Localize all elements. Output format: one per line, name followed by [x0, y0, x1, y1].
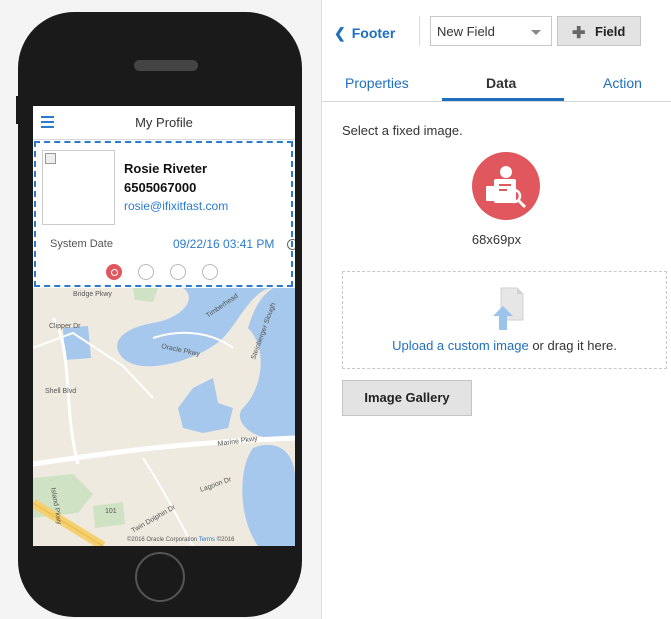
panel-tabs: Properties Data Action [322, 66, 671, 102]
footer-dot[interactable] [202, 264, 218, 280]
system-date-label: System Date [50, 238, 113, 250]
map-graphic: TimberheadOracle Pkwy Steinberger SloughC… [33, 288, 295, 546]
selected-image-preview[interactable] [472, 152, 540, 220]
plus-icon: ✚ [572, 25, 586, 42]
upload-custom-image-link[interactable]: Upload a custom image [392, 338, 529, 353]
select-image-instruction: Select a fixed image. [342, 123, 463, 138]
design-canvas: My Profile Rosie Riveter 6505067000 rosi… [0, 0, 322, 619]
image-size-label: 68x69px [471, 232, 522, 247]
phone-home-button [135, 552, 185, 602]
map-copyright-suffix: ©2016 [216, 537, 235, 543]
map-terms-link[interactable]: Terms [199, 537, 215, 543]
upload-suffix: or drag it here. [528, 338, 617, 353]
caret-down-icon [531, 30, 541, 35]
add-field-label: Field [595, 24, 626, 39]
map-street-label: Lagoon Dr [199, 476, 233, 494]
footer-dot[interactable] [170, 264, 186, 280]
map-copyright: ©2016 Oracle Corporation [127, 537, 198, 543]
phone-speaker [134, 60, 198, 71]
phone-side-button [16, 96, 20, 124]
profile-card[interactable]: Rosie Riveter 6505067000 rosie@ifixitfas… [34, 141, 295, 287]
map-street-label: Shell Blvd [45, 388, 76, 395]
field-type-select[interactable]: New Field [430, 16, 552, 46]
tab-action[interactable]: Action [603, 75, 642, 91]
map-street-label: 101 [105, 508, 117, 515]
screen-title: My Profile [135, 115, 193, 130]
tab-properties[interactable]: Properties [345, 75, 409, 91]
upload-file-icon [493, 287, 524, 330]
avatar [42, 150, 115, 225]
image-upload-dropzone[interactable]: Upload a custom image or drag it here. [342, 271, 667, 369]
clock-icon [287, 239, 295, 250]
chevron-left-icon: ❮ [334, 25, 346, 41]
map-street-label: Bridge Pkwy [73, 291, 112, 298]
toolbar-divider [419, 16, 420, 46]
back-to-footer-button[interactable]: ❮ Footer [334, 25, 395, 42]
map-attribution: ©2016 Oracle Corporation Terms ©2016 [127, 537, 234, 543]
footer-dot-active[interactable] [106, 264, 122, 280]
system-date-value: 09/22/16 03:41 PM [173, 237, 275, 251]
add-field-button[interactable]: ✚ Field [557, 16, 641, 46]
screen-title-bar: My Profile [33, 106, 295, 140]
tab-data[interactable]: Data [486, 75, 516, 91]
upload-instruction: Upload a custom image or drag it here. [343, 338, 666, 353]
profile-email[interactable]: rosie@ifixitfast.com [124, 199, 228, 213]
image-gallery-button[interactable]: Image Gallery [342, 380, 472, 416]
profile-phone: 6505067000 [124, 180, 197, 195]
map-view: Timberhead Oracle Pkwy Steinberger Slough C… [33, 288, 295, 546]
panel-toolbar: ❮ Footer New Field ✚ Field [322, 0, 671, 66]
field-type-value: New Field [437, 24, 495, 39]
repair-person-icon [486, 166, 527, 209]
map-street-label: Twin Dolphin Dr [131, 504, 178, 535]
properties-panel: ❮ Footer New Field ✚ Field Properties Dat… [322, 0, 671, 619]
broken-image-icon [45, 153, 56, 164]
profile-name: Rosie Riveter [124, 161, 208, 176]
footer-dot[interactable] [138, 264, 154, 280]
map-street-label: Clipper Dr [49, 323, 81, 330]
active-tab-indicator [442, 98, 564, 101]
map-street-label: Marine Pkwy [217, 435, 258, 448]
back-label: Footer [351, 25, 396, 41]
phone-screen: My Profile Rosie Riveter 6505067000 rosi… [33, 106, 295, 546]
